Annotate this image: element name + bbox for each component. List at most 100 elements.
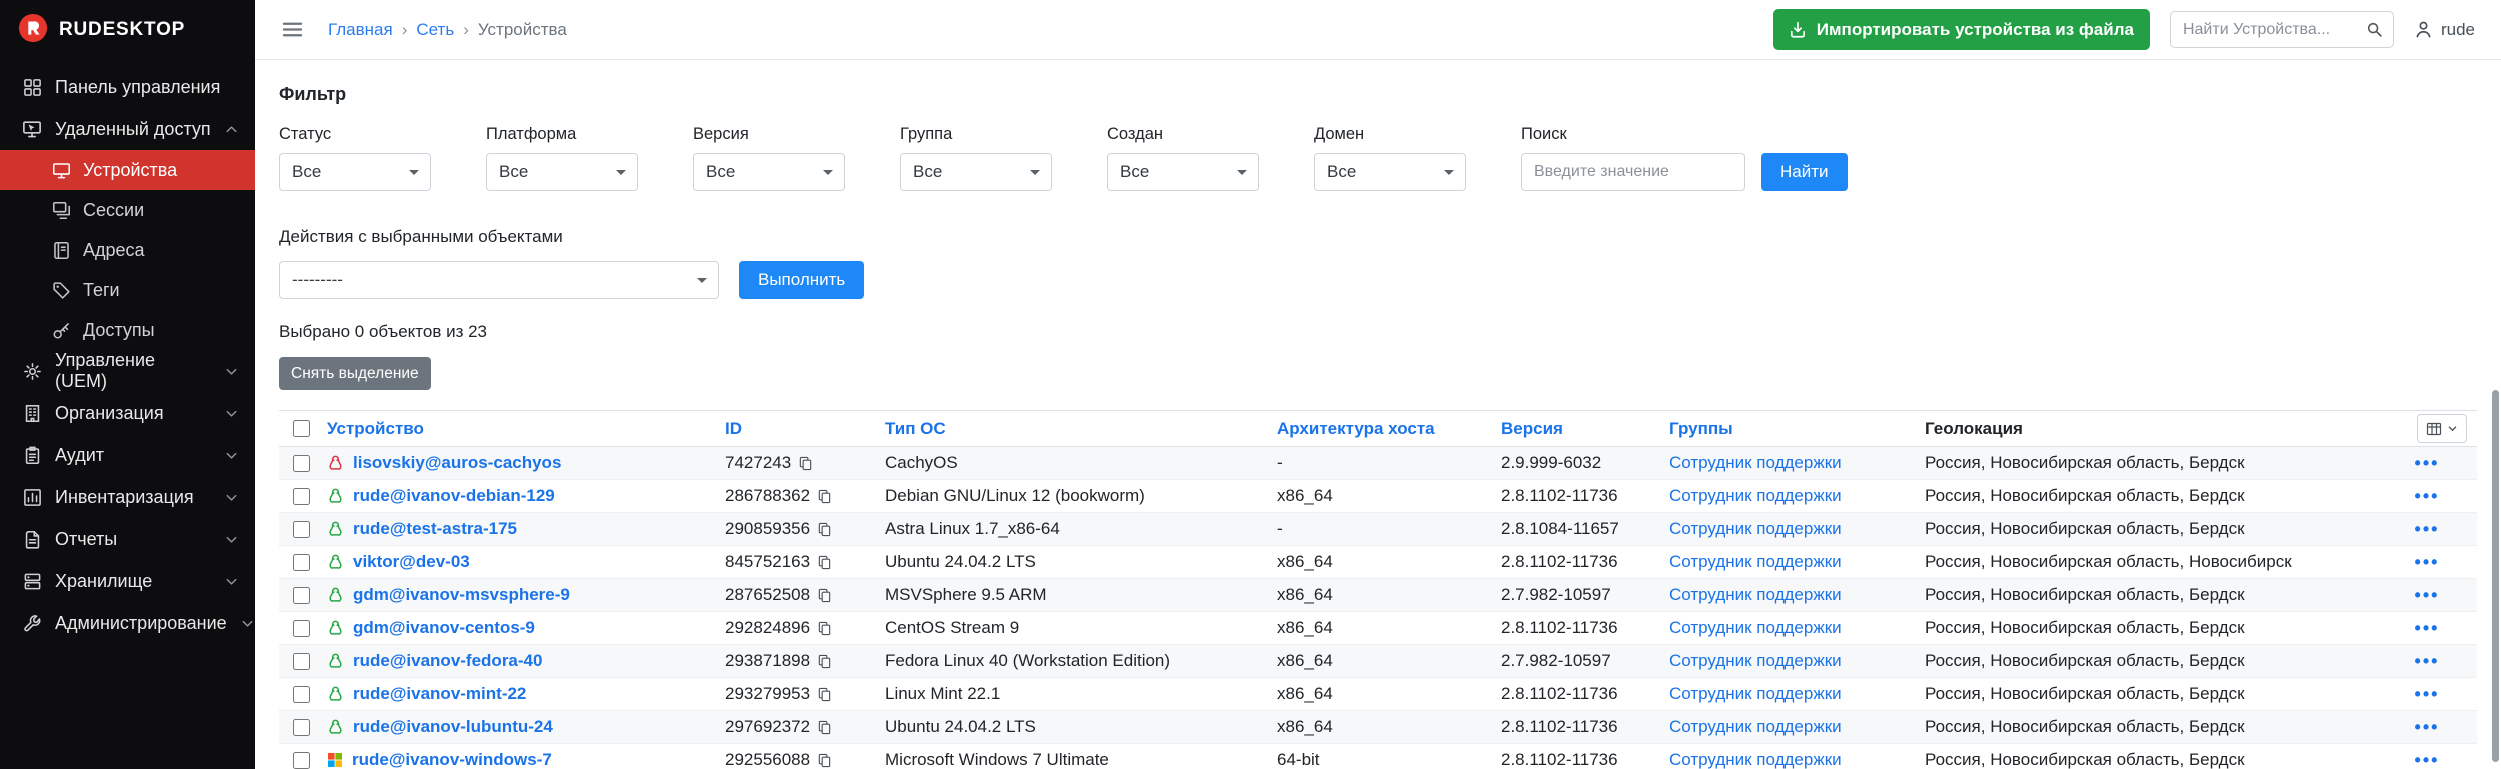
search-input[interactable]	[2170, 11, 2394, 48]
user-menu[interactable]: rude	[2414, 20, 2475, 40]
copy-id-icon[interactable]	[817, 489, 832, 504]
geolocation: Россия, Новосибирская область, Бердск	[1925, 684, 2387, 704]
select-all-checkbox[interactable]	[293, 420, 310, 437]
group-link[interactable]: Сотрудник поддержки	[1669, 717, 1842, 736]
sidebar-item-inventory[interactable]: Инвентаризация	[0, 476, 255, 518]
row-menu-button[interactable]: •••	[2415, 651, 2440, 672]
group-link[interactable]: Сотрудник поддержки	[1669, 585, 1842, 604]
sidebar-item-access[interactable]: Доступы	[0, 310, 255, 350]
filter-submit-button[interactable]: Найти	[1761, 153, 1848, 191]
row-menu-button[interactable]: •••	[2415, 750, 2440, 769]
col-header-id[interactable]: ID	[725, 419, 885, 439]
bulk-action-select[interactable]: ---------	[279, 261, 719, 299]
row-menu-button[interactable]: •••	[2415, 519, 2440, 540]
row-menu-button[interactable]: •••	[2415, 717, 2440, 738]
row-checkbox[interactable]	[293, 554, 310, 571]
sidebar-item-audit[interactable]: Аудит	[0, 434, 255, 476]
sidebar-item-reports[interactable]: Отчеты	[0, 518, 255, 560]
copy-id-icon[interactable]	[817, 654, 832, 669]
group-link[interactable]: Сотрудник поддержки	[1669, 453, 1842, 472]
host-architecture: x86_64	[1277, 651, 1501, 671]
group-link[interactable]: Сотрудник поддержки	[1669, 618, 1842, 637]
sidebar-item-storage[interactable]: Хранилище	[0, 560, 255, 602]
group-link[interactable]: Сотрудник поддержки	[1669, 519, 1842, 538]
sidebar-item-remote-access[interactable]: Удаленный доступ	[0, 108, 255, 150]
row-checkbox[interactable]	[293, 719, 310, 736]
geolocation: Россия, Новосибирская область, Бердск	[1925, 519, 2387, 539]
col-header-os[interactable]: Тип ОС	[885, 419, 1277, 439]
menu-toggle-button[interactable]	[281, 18, 304, 41]
col-header-device[interactable]: Устройство	[327, 419, 725, 439]
device-link[interactable]: gdm@ivanov-centos-9	[353, 618, 535, 638]
copy-id-icon[interactable]	[817, 720, 832, 735]
copy-id-icon[interactable]	[817, 753, 832, 768]
device-link[interactable]: viktor@dev-03	[353, 552, 470, 572]
row-menu-button[interactable]: •••	[2415, 486, 2440, 507]
sidebar-item-sessions[interactable]: Сессии	[0, 190, 255, 230]
search-icon[interactable]	[2366, 21, 2383, 38]
filter-select[interactable]: Все	[279, 153, 431, 191]
device-link[interactable]: rude@ivanov-mint-22	[353, 684, 526, 704]
col-header-arch[interactable]: Архитектура хоста	[1277, 419, 1501, 439]
sidebar-item-addresses[interactable]: Адреса	[0, 230, 255, 270]
brand[interactable]: RUDESKTOP	[0, 0, 255, 60]
sidebar-item-dashboard[interactable]: Панель управления	[0, 66, 255, 108]
clear-selection-button[interactable]: Снять выделение	[279, 357, 431, 390]
row-checkbox[interactable]	[293, 752, 310, 769]
filter-select[interactable]: Все	[1314, 153, 1466, 191]
device-link[interactable]: rude@test-astra-175	[353, 519, 517, 539]
device-link[interactable]: rude@ivanov-windows-7	[352, 750, 552, 769]
copy-id-icon[interactable]	[817, 588, 832, 603]
audit-icon	[22, 445, 42, 465]
column-settings-button[interactable]	[2417, 414, 2467, 443]
col-header-version[interactable]: Версия	[1501, 419, 1669, 439]
row-checkbox[interactable]	[293, 587, 310, 604]
device-link[interactable]: rude@ivanov-fedora-40	[353, 651, 542, 671]
sidebar-item-devices[interactable]: Устройства	[0, 150, 255, 190]
row-menu-button[interactable]: •••	[2415, 684, 2440, 705]
row-checkbox[interactable]	[293, 620, 310, 637]
execute-button[interactable]: Выполнить	[739, 261, 864, 299]
import-devices-button[interactable]: Импортировать устройства из файла	[1773, 9, 2150, 50]
copy-id-icon[interactable]	[817, 687, 832, 702]
filter-select[interactable]: Все	[1107, 153, 1259, 191]
breadcrumb-network-link[interactable]: Сеть	[416, 20, 454, 40]
filter-select[interactable]: Все	[900, 153, 1052, 191]
row-menu-button[interactable]: •••	[2415, 618, 2440, 639]
copy-id-icon[interactable]	[817, 555, 832, 570]
sidebar-item-tags[interactable]: Теги	[0, 270, 255, 310]
sidebar-item-label: Удаленный доступ	[55, 119, 211, 140]
sidebar-item-administration[interactable]: Администрирование	[0, 602, 255, 644]
row-checkbox[interactable]	[293, 521, 310, 538]
group-link[interactable]: Сотрудник поддержки	[1669, 684, 1842, 703]
copy-id-icon[interactable]	[817, 522, 832, 537]
row-checkbox[interactable]	[293, 455, 310, 472]
sidebar-item-organization[interactable]: Организация	[0, 392, 255, 434]
group-link[interactable]: Сотрудник поддержки	[1669, 486, 1842, 505]
row-checkbox[interactable]	[293, 686, 310, 703]
vertical-scrollbar[interactable]	[2492, 390, 2499, 762]
chevron-up-icon	[224, 122, 239, 137]
group-link[interactable]: Сотрудник поддержки	[1669, 552, 1842, 571]
table-row: rude@test-astra-175 290859356 Astra Linu…	[279, 513, 2477, 546]
row-checkbox[interactable]	[293, 488, 310, 505]
breadcrumb-home-link[interactable]: Главная	[328, 20, 393, 40]
group-link[interactable]: Сотрудник поддержки	[1669, 651, 1842, 670]
row-menu-button[interactable]: •••	[2415, 585, 2440, 606]
filter-select[interactable]: Все	[693, 153, 845, 191]
row-menu-button[interactable]: •••	[2415, 552, 2440, 573]
copy-id-icon[interactable]	[817, 621, 832, 636]
copy-id-icon[interactable]	[798, 456, 813, 471]
filter-select[interactable]: Все	[486, 153, 638, 191]
device-link[interactable]: gdm@ivanov-msvsphere-9	[353, 585, 570, 605]
sidebar-item-uem[interactable]: Управление (UEM)	[0, 350, 255, 392]
device-link[interactable]: lisovskiy@auros-cachyos	[353, 453, 561, 473]
device-link[interactable]: rude@ivanov-lubuntu-24	[353, 717, 553, 737]
filter-search-input[interactable]	[1521, 153, 1745, 191]
row-checkbox[interactable]	[293, 653, 310, 670]
col-header-groups[interactable]: Группы	[1669, 419, 1925, 439]
device-link[interactable]: rude@ivanov-debian-129	[353, 486, 555, 506]
table-row: rude@ivanov-mint-22 293279953 Linux Mint…	[279, 678, 2477, 711]
row-menu-button[interactable]: •••	[2415, 453, 2440, 474]
group-link[interactable]: Сотрудник поддержки	[1669, 750, 1842, 769]
